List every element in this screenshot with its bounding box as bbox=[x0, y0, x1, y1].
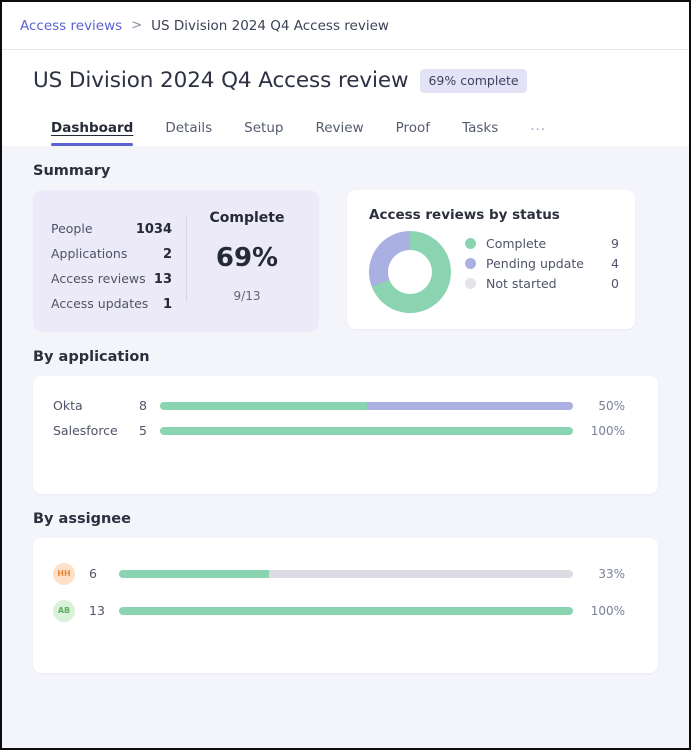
section-title-summary: Summary bbox=[33, 163, 111, 179]
assignee-count: 13 bbox=[89, 603, 105, 618]
stat-row-access-reviews: Access reviews 13 bbox=[51, 266, 172, 291]
application-name: Salesforce bbox=[53, 423, 118, 438]
progress-bar bbox=[119, 569, 573, 578]
app-window: Access reviews > US Division 2024 Q4 Acc… bbox=[0, 0, 691, 750]
breadcrumb-separator-icon: > bbox=[131, 18, 143, 33]
stat-value: 1034 bbox=[135, 221, 172, 237]
progress-bar bbox=[160, 426, 573, 435]
progress-bar bbox=[160, 401, 573, 410]
stat-row-people: People 1034 bbox=[51, 216, 172, 241]
tab-details[interactable]: Details bbox=[149, 120, 228, 146]
stat-row-applications: Applications 2 bbox=[51, 241, 172, 266]
application-count: 5 bbox=[139, 423, 147, 438]
progress-bar-segment bbox=[160, 426, 573, 435]
status-badge: 69% complete bbox=[420, 68, 527, 93]
access-reviews-by-status-card: Access reviews by status Complete 9 Pend… bbox=[347, 190, 635, 329]
legend-value: 0 bbox=[611, 275, 619, 291]
by-application-card: Okta 8 50% Salesforce 5 100% bbox=[33, 376, 658, 494]
summary-card: People 1034 Applications 2 Access review… bbox=[33, 190, 319, 332]
breadcrumb: Access reviews > US Division 2024 Q4 Acc… bbox=[2, 2, 689, 50]
legend-item-complete: Complete 9 bbox=[465, 233, 619, 253]
avatar: HH bbox=[53, 562, 75, 585]
tab-review[interactable]: Review bbox=[299, 120, 379, 146]
legend-value: 4 bbox=[611, 255, 619, 271]
stat-label: People bbox=[51, 220, 93, 236]
page-header: US Division 2024 Q4 Access review 69% co… bbox=[2, 50, 689, 146]
tab-bar: Dashboard Details Setup Review Proof Tas… bbox=[20, 113, 671, 146]
tab-tasks[interactable]: Tasks bbox=[446, 120, 514, 146]
summary-complete-block: Complete 69% 9/13 bbox=[187, 204, 301, 316]
progress-bar-segment bbox=[119, 606, 573, 615]
table-row: Salesforce 5 100% bbox=[33, 418, 658, 443]
stat-label: Access updates bbox=[51, 295, 149, 311]
legend-label: Complete bbox=[486, 235, 547, 251]
legend-label: Not started bbox=[486, 275, 557, 291]
application-name: Okta bbox=[53, 398, 83, 413]
legend-value: 9 bbox=[611, 235, 619, 251]
page-title: US Division 2024 Q4 Access review bbox=[33, 68, 409, 93]
title-row: US Division 2024 Q4 Access review 69% co… bbox=[20, 68, 671, 93]
tab-dashboard[interactable]: Dashboard bbox=[51, 120, 149, 146]
legend-label: Pending update bbox=[486, 255, 584, 271]
progress-bar-segment bbox=[366, 401, 573, 410]
donut-legend: Complete 9 Pending update 4 Not started … bbox=[465, 229, 619, 293]
tab-setup[interactable]: Setup bbox=[228, 120, 299, 146]
summary-stat-list: People 1034 Applications 2 Access review… bbox=[51, 204, 172, 316]
stat-value: 1 bbox=[162, 296, 172, 312]
complete-fraction: 9/13 bbox=[233, 289, 261, 303]
table-row: Okta 8 50% bbox=[33, 393, 658, 418]
stat-value: 13 bbox=[153, 271, 172, 287]
stat-row-access-updates: Access updates 1 bbox=[51, 291, 172, 316]
application-count: 8 bbox=[139, 398, 147, 413]
stat-label: Access reviews bbox=[51, 270, 146, 286]
donut-chart bbox=[369, 231, 451, 313]
legend-color-dot bbox=[465, 257, 476, 269]
progress-percent: 33% bbox=[598, 566, 625, 581]
assignee-count: 6 bbox=[89, 566, 97, 581]
breadcrumb-link-access-reviews[interactable]: Access reviews bbox=[20, 18, 122, 34]
avatar: AB bbox=[53, 599, 75, 622]
donut-hole bbox=[388, 250, 432, 294]
tab-proof[interactable]: Proof bbox=[380, 120, 446, 146]
legend-item-not-started: Not started 0 bbox=[465, 273, 619, 293]
legend-color-dot bbox=[465, 237, 476, 249]
breadcrumb-current: US Division 2024 Q4 Access review bbox=[151, 17, 389, 34]
stat-label: Applications bbox=[51, 245, 128, 261]
section-title-by-assignee: By assignee bbox=[33, 511, 131, 527]
section-title-by-application: By application bbox=[33, 349, 150, 365]
progress-percent: 100% bbox=[590, 603, 625, 618]
complete-percent: 69% bbox=[215, 243, 279, 273]
table-row: HH 6 33% bbox=[33, 555, 658, 592]
legend-color-dot bbox=[465, 277, 476, 289]
donut-chart-title: Access reviews by status bbox=[369, 207, 560, 223]
complete-label: Complete bbox=[209, 210, 285, 226]
progress-bar bbox=[119, 606, 573, 615]
progress-percent: 100% bbox=[590, 423, 625, 438]
dashboard-body: Summary People 1034 Applications 2 Acces… bbox=[2, 146, 689, 748]
donut-chart-area: Complete 9 Pending update 4 Not started … bbox=[369, 229, 619, 313]
stat-value: 2 bbox=[162, 246, 172, 262]
progress-percent: 50% bbox=[598, 398, 625, 413]
legend-item-pending-update: Pending update 4 bbox=[465, 253, 619, 273]
tab-overflow-more[interactable]: ... bbox=[514, 118, 562, 146]
by-assignee-card: HH 6 33% AB 13 100% bbox=[33, 538, 658, 673]
progress-bar-segment bbox=[119, 569, 269, 578]
summary-row: People 1034 Applications 2 Access review… bbox=[2, 190, 689, 332]
progress-bar-segment bbox=[160, 401, 367, 410]
table-row: AB 13 100% bbox=[33, 592, 658, 629]
